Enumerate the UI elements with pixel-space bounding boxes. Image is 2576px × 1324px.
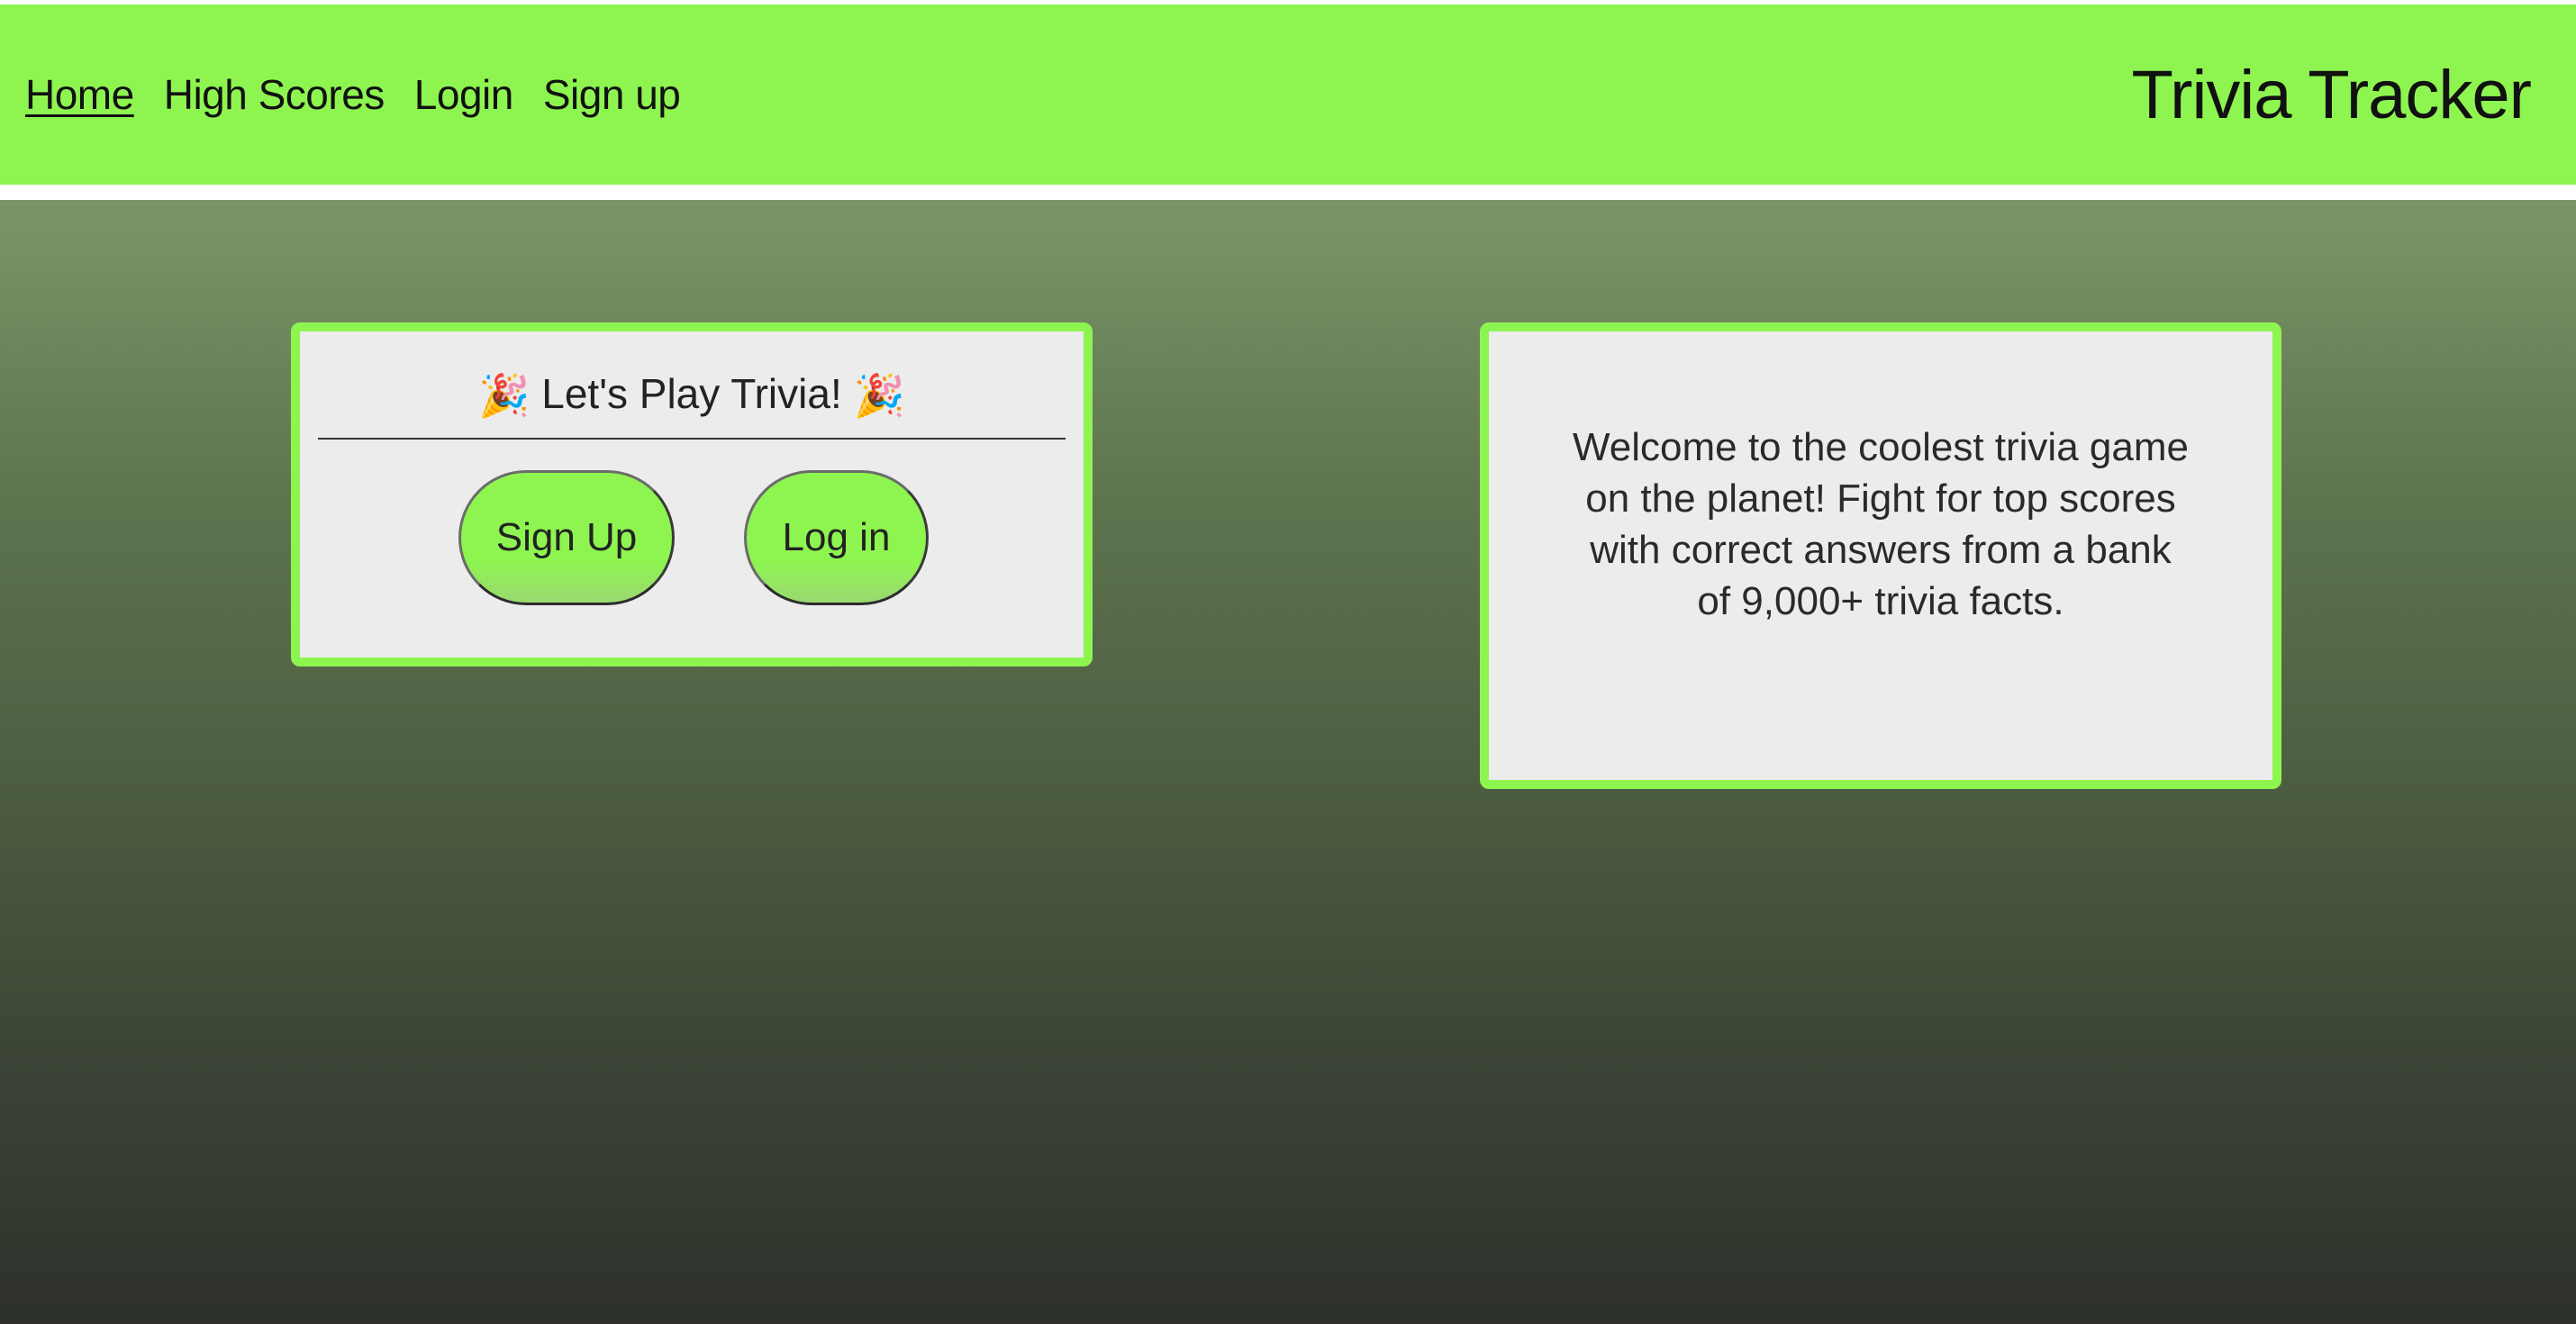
play-trivia-heading: 🎉 Let's Play Trivia! 🎉 [300,369,1084,421]
main-content: 🎉 Let's Play Trivia! 🎉 Sign Up Log in We… [0,200,2576,1324]
nav-link-login[interactable]: Login [414,70,514,119]
site-title: Trivia Tracker [2131,56,2532,133]
nav-link-sign-up[interactable]: Sign up [543,70,681,119]
welcome-text: Welcome to the coolest trivia game on th… [1573,425,2189,623]
nav-link-high-scores[interactable]: High Scores [164,70,385,119]
party-popper-icon: 🎉 [853,372,905,419]
log-in-button[interactable]: Log in [744,470,929,605]
play-trivia-card: 🎉 Let's Play Trivia! 🎉 Sign Up Log in [291,322,1093,667]
nav-link-home[interactable]: Home [25,70,134,119]
card-divider [318,438,1066,440]
top-navigation-bar: Home High Scores Login Sign up Trivia Tr… [0,5,2576,185]
play-trivia-title: Let's Play Trivia! [541,370,842,417]
nav-links: Home High Scores Login Sign up [25,5,681,185]
sign-up-button[interactable]: Sign Up [458,470,675,605]
party-popper-icon: 🎉 [478,372,531,419]
welcome-card: Welcome to the coolest trivia game on th… [1480,322,2281,789]
